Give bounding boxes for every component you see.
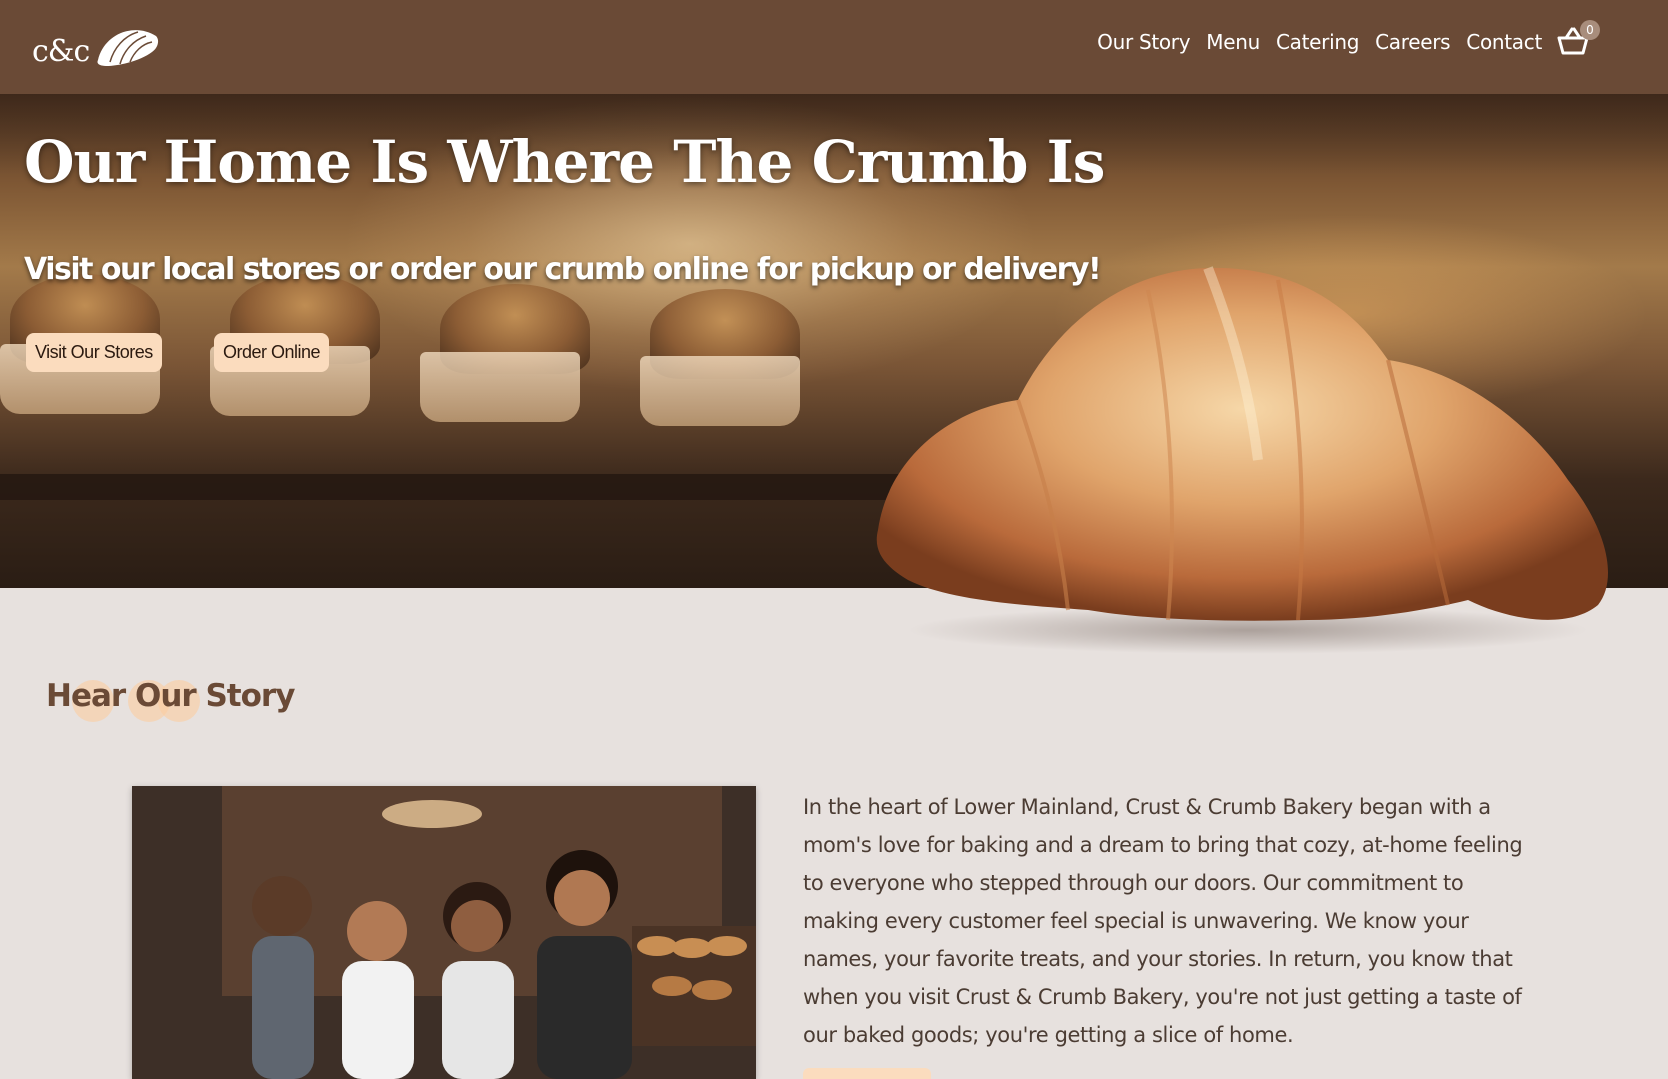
- nav-careers[interactable]: Careers: [1375, 30, 1450, 54]
- cart-button[interactable]: 0: [1556, 20, 1600, 62]
- site-header: c&c Our Story Menu Catering Careers Cont…: [0, 0, 1668, 94]
- nav-contact[interactable]: Contact: [1466, 30, 1542, 54]
- nav-our-story[interactable]: Our Story: [1097, 30, 1190, 54]
- hero-shelf: [0, 474, 1000, 500]
- team-photo-illustration: [132, 786, 756, 1079]
- team-photo: [132, 786, 756, 1079]
- story-paragraph: In the heart of Lower Mainland, Crust & …: [803, 795, 1523, 1047]
- cart-count-badge: 0: [1580, 20, 1600, 40]
- main-nav: Our Story Menu Catering Careers Contact: [1097, 30, 1542, 54]
- order-online-button[interactable]: Order Online: [214, 333, 330, 372]
- logo-text: c&c: [32, 34, 90, 69]
- croissant-image: [876, 266, 1608, 654]
- nav-catering[interactable]: Catering: [1276, 30, 1359, 54]
- story-button[interactable]: [803, 1068, 931, 1079]
- visit-stores-button[interactable]: Visit Our Stores: [26, 333, 162, 372]
- story-title: Hear Our Story: [46, 678, 295, 714]
- croissant-logo-icon: [97, 30, 159, 66]
- logo[interactable]: c&c: [32, 20, 162, 76]
- nav-menu[interactable]: Menu: [1206, 30, 1260, 54]
- hero-title: Our Home Is Where The Crumb Is: [24, 128, 1105, 196]
